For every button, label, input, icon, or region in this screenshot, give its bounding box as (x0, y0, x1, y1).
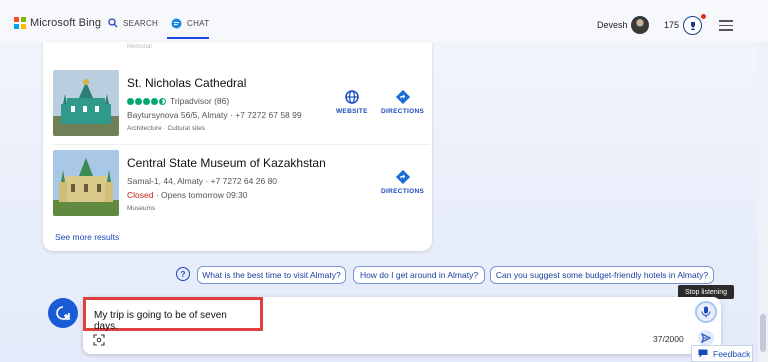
new-topic-button[interactable] (48, 298, 78, 328)
send-icon (701, 333, 711, 343)
suggestion-chip[interactable]: What is the best time to visit Almaty? (197, 266, 346, 284)
tab-search-label: SEARCH (123, 18, 159, 28)
tab-chat[interactable]: CHAT (171, 18, 209, 29)
tab-chat-label: CHAT (187, 19, 210, 28)
user-name[interactable]: Devesh (597, 20, 628, 30)
result-category: Museums (127, 205, 156, 212)
opening-hours: · Opens tomorrow 09:30 (153, 190, 248, 200)
character-counter: 37/2000 (653, 334, 684, 344)
chat-input[interactable]: My trip is going to be of seven days. (83, 297, 263, 332)
avatar[interactable] (631, 16, 649, 34)
cathedral-thumbnail[interactable] (53, 70, 119, 136)
logo-text: Microsoft Bing (30, 17, 102, 29)
previous-item-faded-text: Memorial (127, 44, 152, 50)
microphone-icon (701, 306, 711, 318)
local-results-card: Memorial St. Nicholas Cathedral Tripadvi… (43, 42, 432, 251)
trophy-icon (690, 21, 695, 30)
directions-icon (395, 170, 410, 184)
new-topic-icon (56, 306, 70, 320)
result-address: Samal-1, 44, Almaty · +7 7272 64 26 80 (127, 176, 278, 186)
chat-icon (171, 18, 182, 29)
rating-dots-icon (127, 98, 167, 106)
directions-icon (395, 90, 410, 104)
list-item[interactable]: Central State Museum of Kazakhstan Samal… (43, 148, 432, 220)
bing-logo[interactable]: Microsoft Bing (14, 17, 101, 29)
see-more-results-link[interactable]: See more results (55, 232, 119, 242)
museum-thumbnail[interactable] (53, 150, 119, 216)
send-button[interactable] (698, 330, 714, 346)
active-tab-indicator (167, 37, 209, 39)
globe-icon (345, 90, 359, 104)
status-closed: Closed (127, 190, 154, 200)
divider (53, 144, 430, 145)
visual-search-icon[interactable] (93, 334, 105, 346)
website-button[interactable]: WEBSITE (336, 90, 368, 115)
directions-button[interactable]: DIRECTIONS (381, 170, 424, 195)
directions-button[interactable]: DIRECTIONS (381, 90, 424, 115)
scrollbar-thumb[interactable] (760, 314, 766, 352)
chat-composer: My trip is going to be of seven days. 37… (83, 297, 721, 354)
rewards-points[interactable]: 175 (664, 20, 679, 30)
top-header: Microsoft Bing SEARCH CHAT Devesh 175 (0, 0, 768, 42)
hamburger-menu-icon[interactable] (719, 20, 733, 34)
result-category: Architecture · Cultural sites (127, 125, 206, 132)
directions-label: DIRECTIONS (381, 188, 425, 195)
notification-dot (701, 14, 706, 19)
result-address: Baytursynova 56/5, Almaty · +7 7272 67 5… (127, 110, 302, 120)
feedback-icon (698, 349, 708, 358)
list-item[interactable]: St. Nicholas Cathedral Tripadvisor (86) … (43, 68, 432, 140)
directions-label: DIRECTIONS (381, 108, 425, 115)
feedback-label: Feedback (713, 348, 751, 359)
rewards-trophy-icon[interactable] (683, 16, 702, 35)
rating-source: Tripadvisor (86) (170, 96, 230, 106)
microsoft-logo-icon (14, 17, 26, 29)
page-scrollbar[interactable] (758, 42, 768, 362)
result-title[interactable]: St. Nicholas Cathedral (127, 76, 246, 90)
suggestion-chip[interactable]: How do I get around in Almaty? (353, 266, 485, 284)
feedback-button[interactable]: Feedback (691, 345, 753, 362)
help-question-icon[interactable]: ? (176, 267, 190, 281)
website-label: WEBSITE (336, 108, 368, 115)
microphone-button[interactable] (695, 301, 717, 323)
tab-search[interactable]: SEARCH (108, 18, 158, 28)
suggestion-chip[interactable]: Can you suggest some budget-friendly hot… (490, 266, 714, 284)
hours-row: Closed · Opens tomorrow 09:30 (127, 190, 247, 200)
result-title[interactable]: Central State Museum of Kazakhstan (127, 156, 326, 170)
search-icon (108, 18, 118, 28)
rating-row: Tripadvisor (86) (127, 96, 229, 106)
